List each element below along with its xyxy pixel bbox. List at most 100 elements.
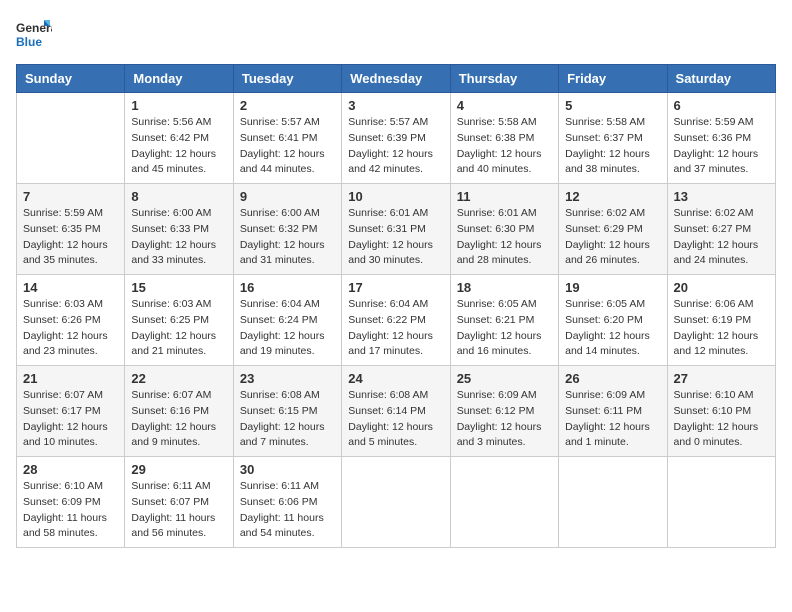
- calendar-day-cell: 28Sunrise: 6:10 AMSunset: 6:09 PMDayligh…: [17, 457, 125, 548]
- day-number: 19: [565, 280, 660, 295]
- day-info: Sunrise: 6:08 AMSunset: 6:14 PMDaylight:…: [348, 388, 443, 451]
- day-number: 17: [348, 280, 443, 295]
- calendar-day-cell: 1 Sunrise: 5:56 AMSunset: 6:42 PMDaylight…: [125, 93, 233, 184]
- day-info: Sunrise: 6:09 AMSunset: 6:11 PMDaylight:…: [565, 388, 660, 451]
- day-info: Sunrise: 5:59 AMSunset: 6:36 PMDaylight:…: [674, 115, 769, 178]
- day-info: Sunrise: 6:05 AMSunset: 6:20 PMDaylight:…: [565, 297, 660, 360]
- day-number: 25: [457, 371, 552, 386]
- calendar-week-row: 14Sunrise: 6:03 AMSunset: 6:26 PMDayligh…: [17, 275, 776, 366]
- day-number: 13: [674, 189, 769, 204]
- day-number: 26: [565, 371, 660, 386]
- calendar-day-cell: 27 Sunrise: 6:10 AMSunset: 6:10 PMDayligh…: [667, 366, 775, 457]
- day-number: 14: [23, 280, 118, 295]
- day-info: Sunrise: 6:02 AMSunset: 6:27 PMDaylight:…: [674, 206, 769, 269]
- day-number: 30: [240, 462, 335, 477]
- day-info: Sunrise: 6:11 AMSunset: 6:06 PMDaylight:…: [240, 479, 335, 542]
- logo-bird-icon: General Blue: [16, 16, 52, 52]
- day-info: Sunrise: 6:10 AMSunset: 6:10 PMDaylight:…: [674, 388, 769, 451]
- calendar-day-cell: [342, 457, 450, 548]
- day-number: 24: [348, 371, 443, 386]
- day-number: 3: [348, 98, 443, 113]
- calendar-day-cell: 11 Sunrise: 6:01 AMSunset: 6:30 PMDayligh…: [450, 184, 558, 275]
- day-number: 27: [674, 371, 769, 386]
- day-info: Sunrise: 6:07 AMSunset: 6:17 PMDaylight:…: [23, 388, 118, 451]
- day-info: Sunrise: 6:08 AMSunset: 6:15 PMDaylight:…: [240, 388, 335, 451]
- calendar-day-cell: 14Sunrise: 6:03 AMSunset: 6:26 PMDayligh…: [17, 275, 125, 366]
- day-number: 4: [457, 98, 552, 113]
- calendar-day-cell: 30 Sunrise: 6:11 AMSunset: 6:06 PMDayligh…: [233, 457, 341, 548]
- day-number: 10: [348, 189, 443, 204]
- calendar-day-cell: 12 Sunrise: 6:02 AMSunset: 6:29 PMDayligh…: [559, 184, 667, 275]
- calendar-day-cell: 10 Sunrise: 6:01 AMSunset: 6:31 PMDayligh…: [342, 184, 450, 275]
- day-number: 11: [457, 189, 552, 204]
- day-number: 6: [674, 98, 769, 113]
- day-info: Sunrise: 6:09 AMSunset: 6:12 PMDaylight:…: [457, 388, 552, 451]
- day-info: Sunrise: 5:56 AMSunset: 6:42 PMDaylight:…: [131, 115, 226, 178]
- calendar-day-cell: 8 Sunrise: 6:00 AMSunset: 6:33 PMDaylight…: [125, 184, 233, 275]
- calendar-week-row: 21 Sunrise: 6:07 AMSunset: 6:17 PMDayligh…: [17, 366, 776, 457]
- calendar-day-cell: 21 Sunrise: 6:07 AMSunset: 6:17 PMDayligh…: [17, 366, 125, 457]
- day-number: 16: [240, 280, 335, 295]
- calendar-day-cell: 3 Sunrise: 5:57 AMSunset: 6:39 PMDaylight…: [342, 93, 450, 184]
- calendar-day-cell: 6 Sunrise: 5:59 AMSunset: 6:36 PMDaylight…: [667, 93, 775, 184]
- day-info: Sunrise: 6:06 AMSunset: 6:19 PMDaylight:…: [674, 297, 769, 360]
- calendar-day-cell: 7 Sunrise: 5:59 AMSunset: 6:35 PMDaylight…: [17, 184, 125, 275]
- calendar-day-cell: 15 Sunrise: 6:03 AMSunset: 6:25 PMDayligh…: [125, 275, 233, 366]
- calendar-day-cell: [559, 457, 667, 548]
- day-info: Sunrise: 5:59 AMSunset: 6:35 PMDaylight:…: [23, 206, 118, 269]
- day-number: 18: [457, 280, 552, 295]
- day-info: Sunrise: 6:04 AMSunset: 6:22 PMDaylight:…: [348, 297, 443, 360]
- calendar-day-cell: [450, 457, 558, 548]
- day-info: Sunrise: 6:03 AMSunset: 6:25 PMDaylight:…: [131, 297, 226, 360]
- day-number: 21: [23, 371, 118, 386]
- calendar-day-cell: 18 Sunrise: 6:05 AMSunset: 6:21 PMDayligh…: [450, 275, 558, 366]
- calendar-day-cell: 4 Sunrise: 5:58 AMSunset: 6:38 PMDaylight…: [450, 93, 558, 184]
- day-of-week-header: Thursday: [450, 65, 558, 93]
- day-info: Sunrise: 5:57 AMSunset: 6:41 PMDaylight:…: [240, 115, 335, 178]
- day-info: Sunrise: 6:01 AMSunset: 6:31 PMDaylight:…: [348, 206, 443, 269]
- day-of-week-header: Tuesday: [233, 65, 341, 93]
- day-info: Sunrise: 5:58 AMSunset: 6:38 PMDaylight:…: [457, 115, 552, 178]
- day-info: Sunrise: 6:07 AMSunset: 6:16 PMDaylight:…: [131, 388, 226, 451]
- calendar-day-cell: 19 Sunrise: 6:05 AMSunset: 6:20 PMDayligh…: [559, 275, 667, 366]
- calendar-day-cell: 13 Sunrise: 6:02 AMSunset: 6:27 PMDayligh…: [667, 184, 775, 275]
- day-number: 2: [240, 98, 335, 113]
- day-number: 22: [131, 371, 226, 386]
- calendar-day-cell: 23 Sunrise: 6:08 AMSunset: 6:15 PMDayligh…: [233, 366, 341, 457]
- day-number: 29: [131, 462, 226, 477]
- calendar-day-cell: [17, 93, 125, 184]
- day-number: 1: [131, 98, 226, 113]
- day-number: 23: [240, 371, 335, 386]
- logo: General Blue: [16, 16, 52, 52]
- day-of-week-header: Saturday: [667, 65, 775, 93]
- day-number: 20: [674, 280, 769, 295]
- day-of-week-header: Friday: [559, 65, 667, 93]
- calendar-day-cell: 26 Sunrise: 6:09 AMSunset: 6:11 PMDayligh…: [559, 366, 667, 457]
- day-info: Sunrise: 5:57 AMSunset: 6:39 PMDaylight:…: [348, 115, 443, 178]
- day-number: 12: [565, 189, 660, 204]
- calendar-day-cell: 29 Sunrise: 6:11 AMSunset: 6:07 PMDayligh…: [125, 457, 233, 548]
- day-info: Sunrise: 6:02 AMSunset: 6:29 PMDaylight:…: [565, 206, 660, 269]
- day-info: Sunrise: 6:11 AMSunset: 6:07 PMDaylight:…: [131, 479, 226, 542]
- day-info: Sunrise: 6:00 AMSunset: 6:32 PMDaylight:…: [240, 206, 335, 269]
- calendar-day-cell: 16 Sunrise: 6:04 AMSunset: 6:24 PMDayligh…: [233, 275, 341, 366]
- calendar-week-row: 28Sunrise: 6:10 AMSunset: 6:09 PMDayligh…: [17, 457, 776, 548]
- day-info: Sunrise: 6:05 AMSunset: 6:21 PMDaylight:…: [457, 297, 552, 360]
- day-info: Sunrise: 6:00 AMSunset: 6:33 PMDaylight:…: [131, 206, 226, 269]
- calendar-week-row: 7 Sunrise: 5:59 AMSunset: 6:35 PMDaylight…: [17, 184, 776, 275]
- calendar-day-cell: 17 Sunrise: 6:04 AMSunset: 6:22 PMDayligh…: [342, 275, 450, 366]
- day-info: Sunrise: 6:04 AMSunset: 6:24 PMDaylight:…: [240, 297, 335, 360]
- calendar-day-cell: 24 Sunrise: 6:08 AMSunset: 6:14 PMDayligh…: [342, 366, 450, 457]
- svg-text:Blue: Blue: [16, 35, 42, 49]
- calendar-day-cell: 5Sunrise: 5:58 AMSunset: 6:37 PMDaylight…: [559, 93, 667, 184]
- day-number: 9: [240, 189, 335, 204]
- calendar-header-row: SundayMondayTuesdayWednesdayThursdayFrid…: [17, 65, 776, 93]
- calendar-day-cell: 2 Sunrise: 5:57 AMSunset: 6:41 PMDaylight…: [233, 93, 341, 184]
- day-info: Sunrise: 5:58 AMSunset: 6:37 PMDaylight:…: [565, 115, 660, 178]
- calendar-day-cell: 25 Sunrise: 6:09 AMSunset: 6:12 PMDayligh…: [450, 366, 558, 457]
- day-of-week-header: Wednesday: [342, 65, 450, 93]
- day-info: Sunrise: 6:01 AMSunset: 6:30 PMDaylight:…: [457, 206, 552, 269]
- day-number: 7: [23, 189, 118, 204]
- day-number: 8: [131, 189, 226, 204]
- day-number: 15: [131, 280, 226, 295]
